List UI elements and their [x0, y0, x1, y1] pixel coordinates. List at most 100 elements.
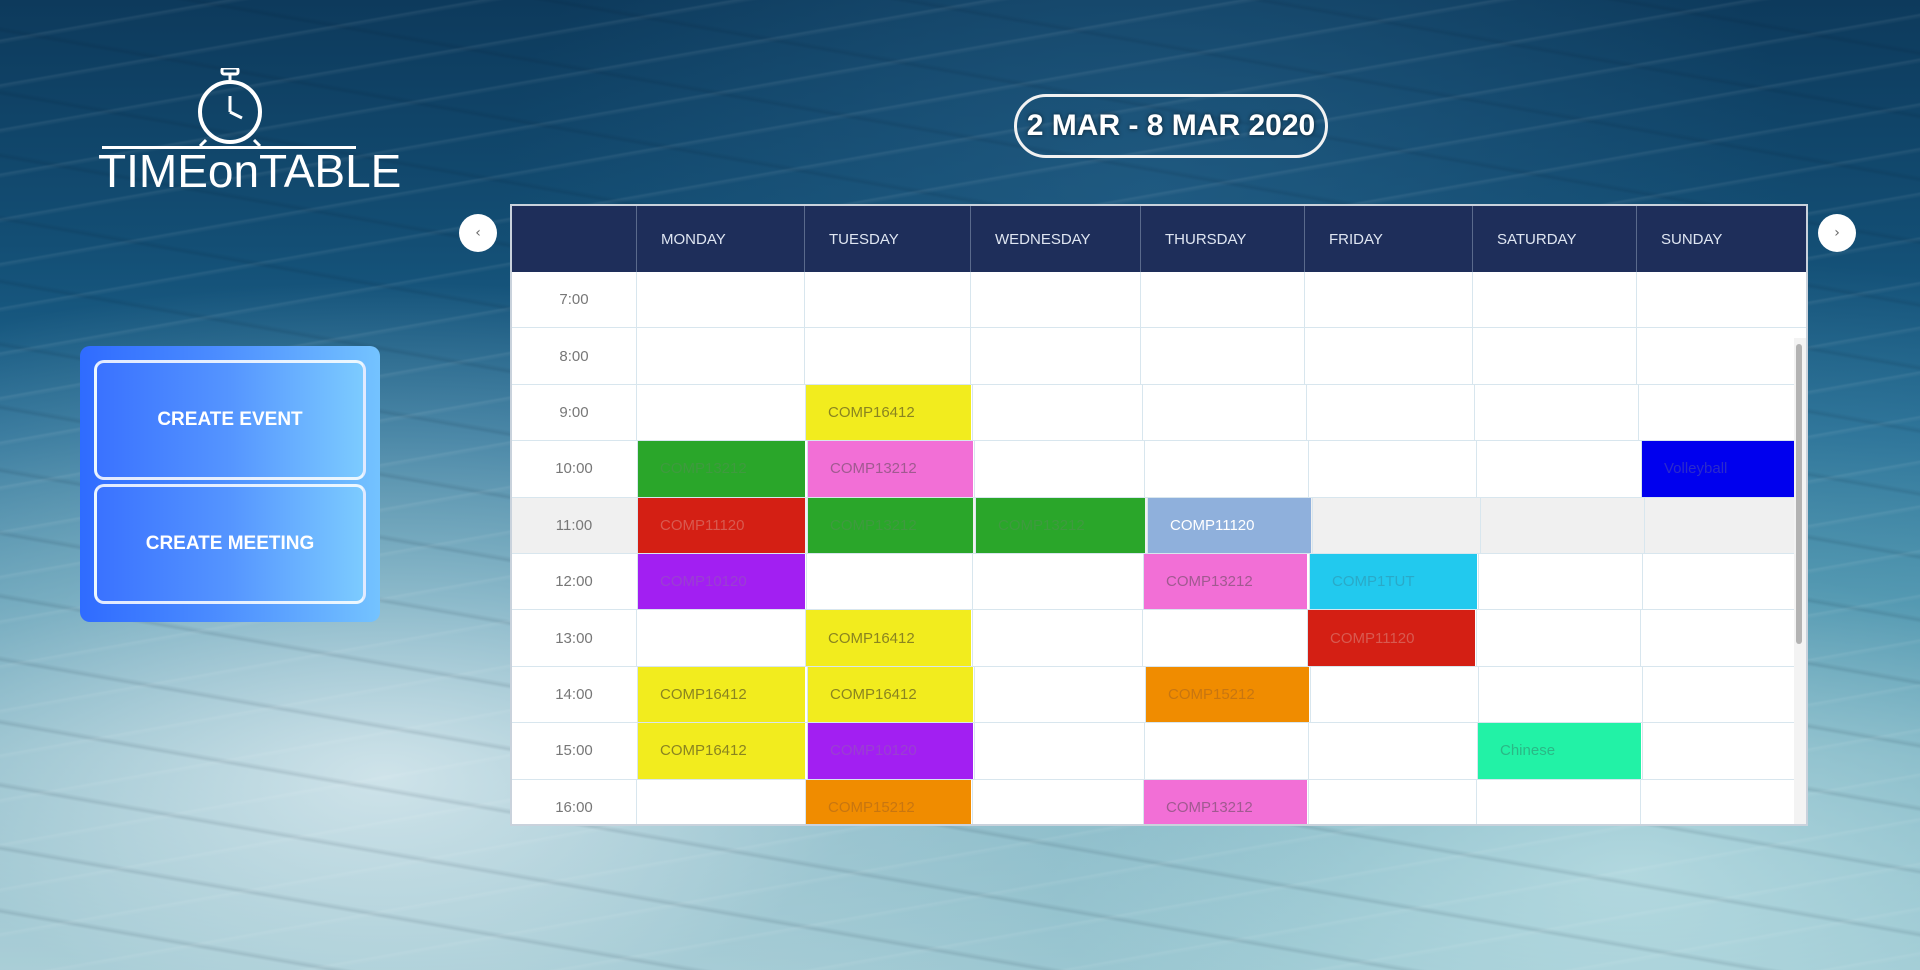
- scrollbar-track[interactable]: [1794, 338, 1806, 824]
- empty-slot[interactable]: [970, 272, 1140, 328]
- empty-slot[interactable]: [1472, 328, 1636, 384]
- empty-slot[interactable]: [636, 328, 804, 384]
- empty-slot[interactable]: [1640, 610, 1802, 666]
- event-block[interactable]: COMP16412: [805, 610, 971, 666]
- empty-slot[interactable]: [1480, 497, 1644, 553]
- empty-slot[interactable]: [1476, 779, 1640, 824]
- event-block[interactable]: COMP13212: [975, 497, 1145, 553]
- empty-slot[interactable]: [1142, 384, 1306, 441]
- calendar-body[interactable]: 7:00 8:00 9:00 COMP16412 10:00 COMP13212 COMP1…: [512, 272, 1806, 824]
- empty-slot[interactable]: [1308, 441, 1476, 497]
- time-row: 8:00: [512, 328, 1806, 385]
- empty-slot[interactable]: [1478, 666, 1642, 723]
- empty-slot[interactable]: [972, 610, 1142, 666]
- empty-slot[interactable]: [804, 272, 970, 328]
- empty-slot[interactable]: [804, 328, 970, 384]
- empty-slot[interactable]: [1642, 723, 1804, 779]
- event-block[interactable]: COMP13212: [807, 497, 973, 553]
- empty-slot[interactable]: [1304, 328, 1472, 384]
- time-row: 7:00: [512, 272, 1806, 329]
- time-label: 10:00: [555, 460, 593, 478]
- event-block[interactable]: COMP10120: [807, 723, 973, 779]
- empty-slot[interactable]: [1478, 553, 1642, 610]
- event-block[interactable]: COMP11120: [1307, 610, 1475, 666]
- empty-slot[interactable]: [1474, 384, 1638, 441]
- empty-slot[interactable]: [972, 384, 1142, 441]
- next-week-button[interactable]: ›: [1818, 214, 1856, 252]
- event-block[interactable]: Volleyball: [1641, 441, 1803, 497]
- chevron-right-icon: ›: [1834, 225, 1840, 241]
- empty-slot[interactable]: [1304, 272, 1472, 328]
- time-row: 12:00 COMP10120 COMP13212 COMP1TUT: [512, 553, 1806, 611]
- event-block[interactable]: COMP13212: [1143, 553, 1307, 610]
- empty-slot[interactable]: [1308, 779, 1476, 824]
- empty-slot[interactable]: [1640, 779, 1802, 824]
- time-label: 8:00: [559, 347, 589, 365]
- empty-slot[interactable]: [636, 779, 804, 824]
- time-label: 13:00: [555, 629, 593, 647]
- day-header-thursday: THURSDAY: [1140, 206, 1304, 272]
- empty-slot[interactable]: [1636, 272, 1798, 328]
- empty-slot[interactable]: [974, 666, 1144, 723]
- empty-slot[interactable]: [1308, 723, 1476, 779]
- empty-slot[interactable]: [1642, 553, 1804, 610]
- empty-slot[interactable]: [1310, 666, 1478, 723]
- empty-slot[interactable]: [1472, 272, 1636, 328]
- weekly-calendar: MONDAY TUESDAY WEDNESDAY THURSDAY FRIDAY SATU…: [510, 204, 1808, 826]
- empty-slot[interactable]: [1144, 723, 1308, 779]
- event-block[interactable]: COMP11120: [637, 497, 805, 553]
- event-block[interactable]: COMP1TUT: [1309, 553, 1477, 610]
- empty-slot[interactable]: [636, 384, 804, 441]
- empty-slot[interactable]: [1644, 497, 1806, 553]
- empty-slot[interactable]: [806, 553, 972, 610]
- create-event-button[interactable]: CREATE EVENT: [94, 360, 366, 480]
- date-range-label: 2 MAR - 8 MAR 2020: [1014, 94, 1328, 158]
- event-block[interactable]: COMP13212: [1143, 779, 1307, 824]
- empty-slot[interactable]: [636, 610, 804, 666]
- empty-slot[interactable]: [1476, 441, 1640, 497]
- time-label: 7:00: [559, 291, 589, 309]
- empty-slot[interactable]: [974, 723, 1144, 779]
- time-label: 9:00: [559, 403, 589, 421]
- day-header-saturday: SATURDAY: [1472, 206, 1636, 272]
- event-block[interactable]: Chinese: [1477, 723, 1641, 779]
- event-block[interactable]: COMP16412: [807, 666, 973, 723]
- event-block[interactable]: COMP11120: [1147, 497, 1311, 553]
- event-block[interactable]: COMP10120: [637, 553, 805, 610]
- day-header-sunday: SUNDAY: [1636, 206, 1798, 272]
- event-block[interactable]: COMP15212: [805, 779, 971, 824]
- event-block[interactable]: COMP13212: [637, 441, 805, 497]
- create-meeting-button[interactable]: CREATE MEETING: [94, 484, 366, 604]
- clock-icon: [198, 68, 262, 148]
- event-block[interactable]: COMP13212: [807, 441, 973, 497]
- empty-slot[interactable]: [636, 272, 804, 328]
- empty-slot[interactable]: [1476, 610, 1640, 666]
- empty-slot[interactable]: [1636, 328, 1798, 384]
- empty-slot[interactable]: [1312, 497, 1480, 553]
- time-row: 11:00 COMP11120 COMP13212 COMP13212 COMP1112…: [512, 497, 1806, 554]
- empty-slot[interactable]: [972, 779, 1142, 824]
- empty-slot[interactable]: [1642, 666, 1804, 723]
- scrollbar-thumb[interactable]: [1796, 344, 1802, 644]
- time-row: 15:00 COMP16412 COMP10120 Chinese: [512, 723, 1806, 780]
- time-row: 10:00 COMP13212 COMP13212 Volleyball: [512, 441, 1806, 498]
- event-block[interactable]: COMP16412: [637, 723, 805, 779]
- empty-slot[interactable]: [1140, 272, 1304, 328]
- empty-slot[interactable]: [1638, 384, 1800, 441]
- app-logo: TIMEonTABLE: [98, 68, 401, 198]
- time-row: 14:00 COMP16412 COMP16412 COMP15212: [512, 666, 1806, 724]
- empty-slot[interactable]: [1306, 384, 1474, 441]
- time-label: 11:00: [555, 516, 593, 534]
- empty-slot[interactable]: [972, 553, 1142, 610]
- time-row: 16:00 COMP15212 COMP13212: [512, 779, 1806, 824]
- empty-slot[interactable]: [970, 328, 1140, 384]
- event-block[interactable]: COMP16412: [805, 384, 971, 441]
- empty-slot[interactable]: [974, 441, 1144, 497]
- empty-slot[interactable]: [1140, 328, 1304, 384]
- event-block[interactable]: COMP15212: [1145, 666, 1309, 723]
- event-block[interactable]: COMP16412: [637, 666, 805, 723]
- day-header-monday: MONDAY: [636, 206, 804, 272]
- empty-slot[interactable]: [1142, 610, 1306, 666]
- previous-week-button[interactable]: ‹: [459, 214, 497, 252]
- empty-slot[interactable]: [1144, 441, 1308, 497]
